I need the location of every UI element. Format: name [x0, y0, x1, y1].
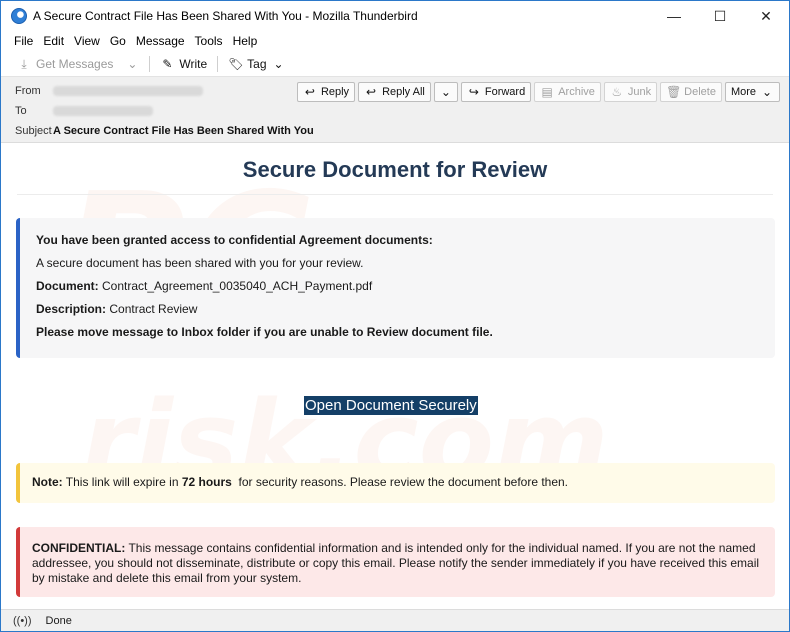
description-label: Description:: [36, 302, 107, 316]
write-button[interactable]: ✎ Write: [154, 55, 213, 73]
tag-label: Tag: [247, 56, 267, 71]
delete-label: Delete: [684, 86, 716, 98]
thunderbird-logo-icon: [11, 8, 27, 24]
menu-help[interactable]: Help: [228, 34, 263, 48]
menu-tools[interactable]: Tools: [190, 34, 228, 48]
minimize-button[interactable]: —: [651, 1, 697, 31]
tag-icon: 🏷: [228, 56, 244, 71]
activity-signal-icon[interactable]: ((•)): [13, 615, 32, 627]
recipient-address-redacted[interactable]: [53, 106, 153, 116]
description-value: Contract Review: [106, 302, 198, 316]
open-document-link[interactable]: Open Document Securely: [304, 396, 478, 415]
subject-value: A Secure Contract File Has Been Shared W…: [53, 125, 314, 137]
delete-button[interactable]: 🗑 Delete: [660, 82, 722, 102]
sender-address-redacted[interactable]: [53, 86, 203, 96]
header-actions: ↩ Reply ↩ Reply All ⌄ ↪ Forward ▤ Archiv…: [296, 82, 780, 102]
maximize-button[interactable]: ☐: [697, 1, 743, 31]
download-icon: ⤓: [21, 56, 27, 71]
expiry-note: Note: This link will expire in 72 hours …: [16, 463, 775, 503]
main-toolbar: ⤓ Get Messages ⌄ ✎ Write 🏷 Tag ⌄: [1, 51, 789, 77]
document-info-card: You have been granted access to confiden…: [16, 218, 775, 358]
trash-icon: 🗑: [666, 85, 682, 99]
status-bar: ((•)) Done: [1, 609, 789, 631]
archive-label: Archive: [558, 86, 595, 98]
from-row: From: [15, 85, 203, 97]
title-bar: A Secure Contract File Has Been Shared W…: [1, 1, 789, 31]
pencil-icon: ✎: [162, 56, 173, 71]
archive-button[interactable]: ▤ Archive: [534, 82, 601, 102]
title-divider: [17, 194, 773, 195]
forward-label: Forward: [484, 86, 526, 98]
thunderbird-window: A Secure Contract File Has Been Shared W…: [0, 0, 790, 632]
confidential-label: CONFIDENTIAL:: [32, 541, 126, 555]
document-title: Secure Document for Review: [242, 157, 548, 182]
menu-view[interactable]: View: [69, 34, 105, 48]
flame-icon: ♨: [611, 85, 623, 99]
status-text: Done: [45, 614, 72, 627]
to-row: To: [15, 105, 153, 117]
reply-all-dropdown[interactable]: ⌄: [433, 82, 458, 102]
confidential-notice: CONFIDENTIAL: This message contains conf…: [16, 527, 775, 597]
menu-go[interactable]: Go: [105, 34, 131, 48]
note-text-after: for security reasons. Please review the …: [231, 475, 569, 489]
reply-all-button[interactable]: ↩ Reply All: [358, 82, 431, 102]
junk-button[interactable]: ♨ Junk: [603, 82, 658, 102]
subject-row: Subject A Secure Contract File Has Been …: [15, 125, 314, 137]
forward-arrow-icon: ↪: [468, 85, 479, 99]
card-intro: A secure document has been shared with y…: [36, 256, 364, 270]
menu-bar: File Edit View Go Message Tools Help: [1, 31, 789, 51]
menu-edit[interactable]: Edit: [38, 34, 69, 48]
note-label: Note:: [32, 475, 63, 489]
card-instruction: Please move message to Inbox folder if y…: [36, 325, 493, 339]
document-line: Document: Contract_Agreement_0035040_ACH…: [36, 280, 759, 293]
chevron-down-icon: ⌄: [440, 85, 451, 99]
note-hours: 72 hours: [181, 475, 232, 489]
chevron-down-icon: ⌄: [127, 56, 138, 71]
tag-button[interactable]: 🏷 Tag ⌄: [222, 55, 291, 73]
card-heading: You have been granted access to confiden…: [36, 233, 433, 247]
subject-label: Subject: [15, 125, 52, 137]
junk-label: Junk: [627, 86, 652, 98]
write-label: Write: [179, 56, 208, 71]
archive-icon: ▤: [541, 85, 553, 99]
more-button[interactable]: More ⌄: [724, 82, 780, 102]
window-title: A Secure Contract File Has Been Shared W…: [33, 9, 418, 23]
more-label: More: [730, 86, 756, 98]
reply-button[interactable]: ↩ Reply: [296, 82, 356, 102]
note-text-before: This link will expire in: [62, 475, 182, 489]
reply-all-icon: ↩: [366, 85, 377, 99]
menu-message[interactable]: Message: [131, 34, 190, 48]
get-messages-label: Get Messages: [36, 56, 114, 71]
forward-button[interactable]: ↪ Forward: [460, 82, 532, 102]
message-body: PC risk.com Secure Document for Review Y…: [1, 147, 789, 609]
message-header: From To Subject A Secure Contract File H…: [1, 77, 789, 143]
reply-all-label: Reply All: [382, 86, 425, 98]
document-label: Document:: [36, 279, 99, 293]
chevron-down-icon: ⌄: [273, 56, 284, 71]
toolbar-divider: [217, 55, 219, 72]
reply-label: Reply: [320, 86, 350, 98]
toolbar-divider: [149, 55, 151, 72]
reply-arrow-icon: ↩: [304, 85, 315, 99]
from-label: From: [15, 85, 41, 97]
menu-file[interactable]: File: [9, 34, 38, 48]
get-messages-dropdown[interactable]: ⌄: [119, 55, 145, 73]
document-filename: Contract_Agreement_0035040_ACH_Payment.p…: [98, 279, 373, 293]
to-label: To: [15, 105, 27, 117]
description-line: Description: Contract Review: [36, 303, 759, 316]
chevron-down-icon: ⌄: [761, 85, 773, 99]
close-button[interactable]: ✕: [743, 1, 789, 31]
confidential-text: This message contains confidential infor…: [32, 541, 760, 585]
get-messages-button[interactable]: ⤓ Get Messages: [11, 55, 119, 73]
